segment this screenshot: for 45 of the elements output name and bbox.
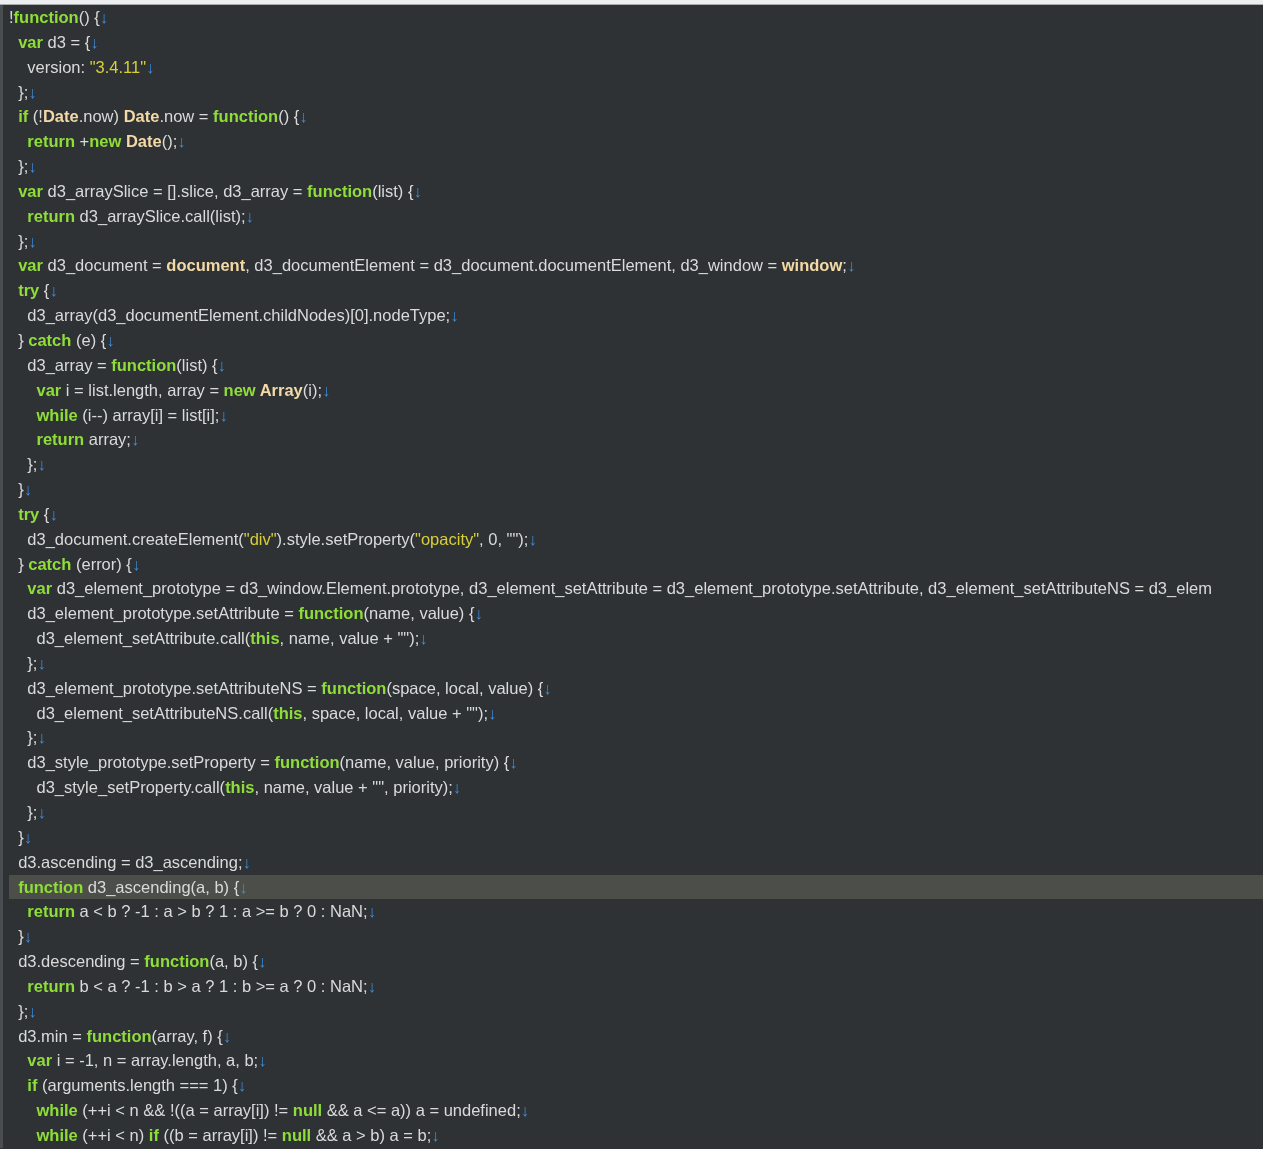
code-line: try {↓ bbox=[17, 503, 59, 525]
code-line: };↓ bbox=[26, 727, 47, 749]
code-line: version: "3.4.11"↓ bbox=[26, 56, 156, 78]
code-line: }↓ bbox=[17, 479, 33, 501]
code-line: try {↓ bbox=[17, 280, 59, 302]
code-line: if (arguments.length === 1) {↓ bbox=[26, 1075, 248, 1097]
code-line: } catch (error) {↓ bbox=[17, 553, 142, 575]
code-line: };↓ bbox=[17, 230, 38, 252]
code-line: return array;↓ bbox=[35, 429, 141, 451]
code-line: d3_element_prototype.setAttribute = function(name, value) {↓ bbox=[26, 603, 484, 625]
code-line: !function() {↓ bbox=[8, 7, 109, 28]
code-line: } catch (e) {↓ bbox=[17, 329, 116, 351]
code-line: d3.descending = function(a, b) {↓ bbox=[17, 951, 268, 973]
code-line: var d3_arraySlice = [].slice, d3_array = function(list) {↓ bbox=[17, 180, 423, 202]
code-line: d3_element_setAttribute.call(this, name, value + "");↓ bbox=[35, 628, 429, 650]
code-line: d3_style_prototype.setProperty = function(name, value, priority) {↓ bbox=[26, 752, 519, 774]
code-line: };↓ bbox=[26, 652, 47, 674]
code-line: d3.ascending = d3_ascending;↓ bbox=[17, 851, 252, 873]
code-line: }↓ bbox=[17, 926, 33, 948]
code-line: var i = list.length, array = new Array(i);↓ bbox=[35, 379, 332, 401]
code-line: };↓ bbox=[26, 454, 47, 476]
code-line: return +new Date();↓ bbox=[26, 131, 187, 153]
code-line: while (++i < n && !((a = array[i]) != null && a <= a)) a = undefined;↓ bbox=[35, 1100, 530, 1122]
code-line: var d3 = {↓ bbox=[17, 31, 100, 53]
code-line: d3_element_prototype.setAttributeNS = function(space, local, value) {↓ bbox=[26, 677, 553, 699]
code-line: d3_style_setProperty.call(this, name, value + "", priority);↓ bbox=[35, 777, 463, 799]
code-line: while (++i < n) if ((b = array[i]) != null && a > b) a = b;↓ bbox=[35, 1124, 441, 1146]
code-line: }↓ bbox=[17, 826, 33, 848]
code-line: };↓ bbox=[17, 156, 38, 178]
code-line: };↓ bbox=[17, 1000, 38, 1022]
code-line: return d3_arraySlice.call(list);↓ bbox=[26, 205, 255, 227]
code-line: d3_array(d3_documentElement.childNodes)[0].nodeType;↓ bbox=[26, 305, 460, 327]
code-line: return b < a ? -1 : b > a ? 1 : b >= a ? 0 : NaN;↓ bbox=[26, 975, 377, 997]
code-line: if (!Date.now) Date.now = function() {↓ bbox=[17, 106, 309, 128]
code-line: var d3_element_prototype = d3_window.Element.prototype, d3_element_setAttribute = d3_element_prototype.setAttribute, d3_element_setAttributeNS = d3_elem bbox=[26, 578, 1213, 600]
code-line: d3.min = function(array, f) {↓ bbox=[17, 1025, 233, 1047]
code-line: };↓ bbox=[26, 802, 47, 823]
code-line: d3_array = function(list) {↓ bbox=[26, 354, 227, 376]
code-line: };↓ bbox=[17, 81, 38, 103]
code-line: var i = -1, n = array.length, a, b;↓ bbox=[26, 1050, 268, 1072]
code-line: d3_element_setAttributeNS.call(this, space, local, value + "");↓ bbox=[35, 702, 498, 724]
code-line: while (i--) array[i] = list[i];↓ bbox=[35, 404, 229, 426]
code-line: d3_document.createElement("div").style.setProperty("opacity", 0, "");↓ bbox=[26, 528, 538, 550]
code-line: return a < b ? -1 : a > b ? 1 : a >= b ? 0 : NaN;↓ bbox=[26, 901, 377, 923]
code-line: var d3_document = document, d3_documentElement = d3_document.documentElement, d3_window = window;↓ bbox=[17, 255, 857, 277]
